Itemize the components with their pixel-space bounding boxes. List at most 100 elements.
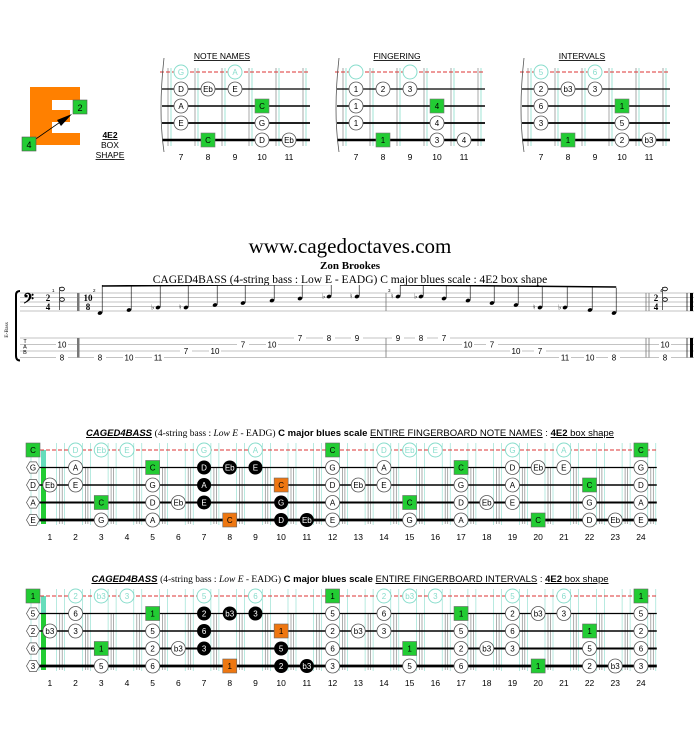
- ghost-note-label: A: [561, 446, 567, 455]
- ghost-note-label: A: [253, 446, 259, 455]
- note-label: D: [178, 85, 184, 94]
- note-label: E: [510, 499, 515, 508]
- note-label: 5: [279, 645, 284, 654]
- note-label: A: [178, 102, 184, 111]
- note-label: b3: [534, 610, 543, 619]
- note-label: 3: [330, 662, 335, 671]
- fret-number: 24: [636, 532, 646, 542]
- ghost-note-label: A: [232, 68, 238, 77]
- note-label: 1: [536, 662, 541, 671]
- nut-extension: [41, 450, 46, 468]
- open-string-label: D: [30, 481, 36, 490]
- note-label: 4: [435, 119, 440, 128]
- note-label: A: [201, 481, 207, 490]
- note-label: G: [150, 481, 156, 490]
- note-label: 5: [407, 662, 412, 671]
- tab-fret: 10: [268, 341, 277, 350]
- fret-number: 20: [533, 678, 543, 688]
- fret-number: 15: [405, 678, 415, 688]
- note-label: 1: [354, 102, 359, 111]
- mini-diagram-fingering: FINGERING7 8 9 10 111 2 31 41 41 3 4: [335, 51, 485, 162]
- fret-number: 11: [302, 678, 311, 688]
- open-string-label: G: [30, 464, 36, 473]
- mini-diagram-note-names: NOTE NAMES7 8 9 10 11G AD Eb EA CE GC D Eb: [160, 51, 310, 162]
- fret-number: 9: [593, 152, 598, 162]
- tab-fret: 8: [419, 334, 424, 343]
- note-label: 1: [459, 610, 464, 619]
- fret-number: 10: [617, 152, 627, 162]
- tab-fret: 10: [211, 347, 220, 356]
- fret-number: 11: [645, 152, 654, 162]
- fret-number: 4: [125, 678, 130, 688]
- measure-number: 3: [388, 288, 391, 293]
- fret-number: 9: [408, 152, 413, 162]
- note-label: 3: [639, 662, 644, 671]
- flat-icon: ♭: [558, 304, 561, 312]
- note-label: 2: [381, 85, 386, 94]
- note-label: 5: [620, 119, 625, 128]
- note-label: G: [329, 464, 335, 473]
- note-label: C: [259, 102, 265, 111]
- note-label: 1: [150, 610, 155, 619]
- fret-number: 9: [233, 152, 238, 162]
- note-label: G: [259, 119, 265, 128]
- note-label: b3: [225, 610, 234, 619]
- note-label: b3: [482, 645, 491, 654]
- natural-icon: ♮: [533, 304, 536, 312]
- note-label: Eb: [173, 499, 183, 508]
- fret-number: 7: [179, 152, 184, 162]
- half-note: [662, 286, 668, 292]
- fingerboard-intervals: 1 2 3 4 5 6 7 8 9 10 11 12 13 14 15 16 17 18 19 20 21 22 23 24 1…: [0, 586, 700, 706]
- fret-number: 20: [533, 532, 543, 542]
- fret-number: 8: [206, 152, 211, 162]
- note-label: Eb: [353, 481, 363, 490]
- ghost-note: [348, 64, 364, 80]
- note-label: C: [535, 516, 541, 525]
- mini-diagrams: NOTE NAMES 7 8 9 10 11 G A D Eb E A C E G C D Eb FINGERING…: [0, 0, 700, 185]
- fret-number: 1: [47, 678, 52, 688]
- note-label: C: [458, 464, 464, 473]
- fret-number: 22: [585, 532, 595, 542]
- fret-number: 1: [47, 532, 52, 542]
- note-label: Eb: [203, 85, 213, 94]
- fret-number: 14: [379, 678, 389, 688]
- ghost-note-label: Eb: [96, 446, 106, 455]
- natural-icon: ♮: [179, 304, 182, 312]
- ghost-note-label: b3: [97, 592, 106, 601]
- fret-number: 10: [276, 678, 286, 688]
- notation-score: E-Bass 𝄢 T A B 2 4 1 10 8 2 3 2 4 4 10 8 8 10 11 7 10 7 10 7 8 9 9 8…: [0, 281, 700, 380]
- ghost-note-label: G: [509, 446, 515, 455]
- ghost-note-label: 5: [202, 592, 207, 601]
- note-label: 1: [407, 645, 412, 654]
- note-label: b3: [645, 136, 654, 145]
- title-scale: C major blues scale: [278, 428, 368, 439]
- note-label: 6: [202, 627, 207, 636]
- note-label: 4: [462, 136, 467, 145]
- note-label: A: [381, 464, 387, 473]
- note-label: 4: [435, 102, 440, 111]
- fret-number: 12: [328, 532, 338, 542]
- time-sig-bottom: 4: [46, 302, 51, 312]
- fret-number: 8: [227, 532, 232, 542]
- note-label: D: [458, 499, 464, 508]
- ghost-note-label: 6: [593, 68, 598, 77]
- note-label: 2: [202, 610, 207, 619]
- note-label: D: [638, 481, 644, 490]
- note-label: 6: [73, 610, 78, 619]
- open-string-label: 2: [31, 627, 36, 636]
- note-label: G: [98, 516, 104, 525]
- fret-number: 7: [354, 152, 359, 162]
- ghost-note-label: 6: [562, 592, 567, 601]
- ghost-note-label: b3: [405, 592, 414, 601]
- note-label: C: [407, 499, 413, 508]
- barline-double: [77, 293, 80, 311]
- fret-number: 5: [150, 532, 155, 542]
- half-note: [59, 286, 65, 292]
- bass-clef-icon: 𝄢: [23, 291, 34, 310]
- fret-number: 18: [482, 532, 492, 542]
- note-label: 1: [587, 627, 592, 636]
- fret-number: 11: [460, 152, 469, 162]
- system-bracket: [15, 290, 21, 362]
- tab-fret: 10: [58, 341, 67, 350]
- fret-number: 23: [611, 678, 621, 688]
